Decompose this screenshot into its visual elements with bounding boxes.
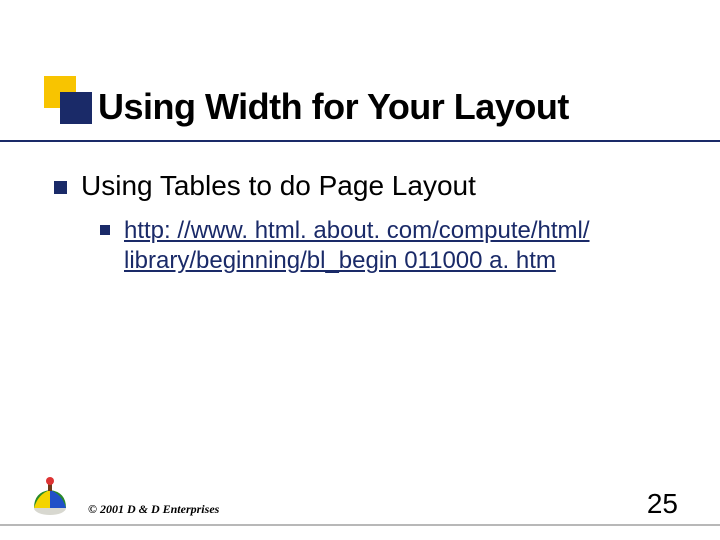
slide: Using Width for Your Layout Using Tables… <box>0 0 720 540</box>
reference-link[interactable]: http: //www. html. about. com/compute/ht… <box>124 216 680 276</box>
copyright-text: © 2001 D & D Enterprises <box>88 502 219 517</box>
square-bullet-icon <box>54 181 67 194</box>
slide-title: Using Width for Your Layout <box>98 86 569 128</box>
beanie-logo-icon <box>30 476 70 516</box>
footer-rule <box>0 524 720 526</box>
page-number: 25 <box>647 488 678 520</box>
bullet-level-1: Using Tables to do Page Layout <box>54 170 680 202</box>
slide-footer: © 2001 D & D Enterprises 25 <box>0 478 720 526</box>
bullet-level-2: http: //www. html. about. com/compute/ht… <box>100 216 680 276</box>
square-bullet-small-icon <box>100 225 110 235</box>
bullet-level-1-text: Using Tables to do Page Layout <box>81 170 476 202</box>
title-rule <box>0 140 720 142</box>
slide-body: Using Tables to do Page Layout http: //w… <box>54 170 680 276</box>
decor-square-navy <box>60 92 92 124</box>
